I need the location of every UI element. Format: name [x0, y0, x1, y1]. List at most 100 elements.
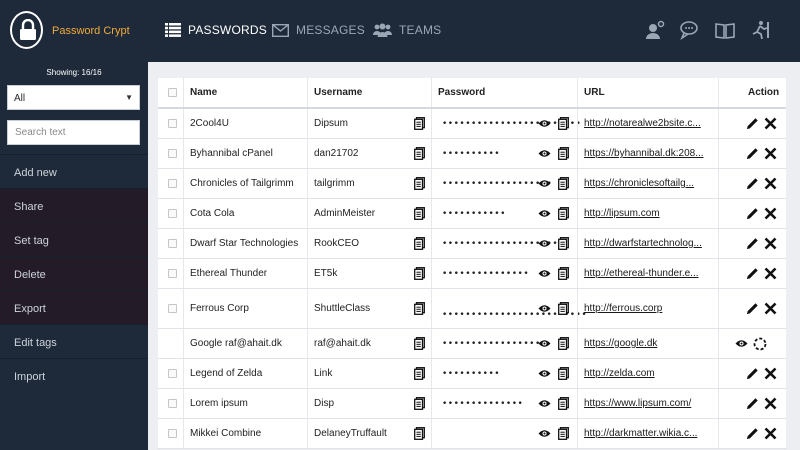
edit-pencil-icon[interactable] [746, 419, 759, 448]
copy-username-icon[interactable] [414, 329, 425, 358]
delete-x-icon[interactable] [764, 419, 777, 448]
header-url[interactable]: URL [584, 78, 605, 107]
copy-password-icon[interactable] [558, 199, 569, 228]
table-row[interactable]: Dwarf Star Technologies RookCEO ••••••••••… [158, 229, 786, 259]
table-row[interactable]: Mikkei Combine DelaneyTruffault http://dar… [158, 419, 786, 449]
delete-x-icon[interactable] [764, 389, 777, 418]
delete-x-icon[interactable] [764, 289, 777, 328]
edit-pencil-icon[interactable] [746, 289, 759, 328]
copy-password-icon[interactable] [558, 139, 569, 168]
show-password-icon[interactable] [538, 359, 551, 388]
row-checkbox[interactable] [168, 239, 177, 248]
delete-x-icon[interactable] [764, 229, 777, 258]
copy-password-icon[interactable] [558, 329, 569, 358]
show-password-icon[interactable] [538, 139, 551, 168]
sidebar-item-edit-tags[interactable]: Edit tags [0, 324, 148, 358]
sidebar-item-export[interactable]: Export [0, 290, 148, 324]
copy-username-icon[interactable] [414, 359, 425, 388]
copy-username-icon[interactable] [414, 169, 425, 198]
copy-username-icon[interactable] [414, 389, 425, 418]
row-url-link[interactable]: http://lipsum.com [584, 199, 660, 228]
nav-passwords[interactable]: PASSWORDS [165, 23, 267, 37]
row-url-link[interactable]: http://darkmatter.wikia.c... [584, 419, 697, 448]
show-password-icon[interactable] [538, 289, 551, 328]
copy-username-icon[interactable] [414, 199, 425, 228]
header-name[interactable]: Name [190, 78, 217, 107]
show-icon[interactable] [735, 329, 748, 358]
copy-username-icon[interactable] [414, 289, 425, 328]
row-url-link[interactable]: http://ethereal-thunder.e... [584, 259, 699, 288]
edit-pencil-icon[interactable] [746, 109, 759, 138]
copy-password-icon[interactable] [558, 389, 569, 418]
book-icon[interactable] [714, 20, 736, 40]
show-password-icon[interactable] [538, 259, 551, 288]
row-checkbox[interactable] [168, 304, 177, 313]
header-username[interactable]: Username [314, 78, 362, 107]
copy-password-icon[interactable] [558, 289, 569, 328]
sidebar-item-add-new[interactable]: Add new [0, 154, 148, 188]
row-checkbox[interactable] [168, 149, 177, 158]
edit-pencil-icon[interactable] [746, 259, 759, 288]
table-row[interactable]: Google raf@ahait.dk raf@ahait.dk •••••••••… [158, 329, 786, 359]
edit-pencil-icon[interactable] [746, 169, 759, 198]
row-url-link[interactable]: https://chroniclesoftailg... [584, 169, 694, 198]
copy-password-icon[interactable] [558, 229, 569, 258]
logout-icon[interactable] [749, 20, 771, 40]
row-checkbox[interactable] [168, 429, 177, 438]
copy-username-icon[interactable] [414, 419, 425, 448]
table-row[interactable]: Ethereal Thunder ET5k ••••••••••••••• http:… [158, 259, 786, 289]
copy-username-icon[interactable] [414, 229, 425, 258]
edit-pencil-icon[interactable] [746, 359, 759, 388]
row-url-link[interactable]: http://dwarfstartechnolog... [584, 229, 702, 258]
table-row[interactable]: Byhannibal cPanel dan21702 •••••••••• https… [158, 139, 786, 169]
row-checkbox[interactable] [168, 269, 177, 278]
chat-icon[interactable] [679, 20, 701, 40]
row-url-link[interactable]: http://zelda.com [584, 359, 655, 388]
edit-pencil-icon[interactable] [746, 139, 759, 168]
show-password-icon[interactable] [538, 109, 551, 138]
table-row[interactable]: Cota Cola AdminMeister ••••••••••• http://l… [158, 199, 786, 229]
edit-pencil-icon[interactable] [746, 199, 759, 228]
row-checkbox[interactable] [168, 399, 177, 408]
nav-teams[interactable]: TEAMS [373, 23, 441, 37]
row-url-link[interactable]: http://ferrous.corp [584, 289, 662, 328]
show-password-icon[interactable] [538, 199, 551, 228]
row-checkbox[interactable] [168, 369, 177, 378]
copy-username-icon[interactable] [414, 109, 425, 138]
show-password-icon[interactable] [538, 389, 551, 418]
row-checkbox[interactable] [168, 119, 177, 128]
row-url-link[interactable]: https://google.dk [584, 329, 657, 358]
delete-x-icon[interactable] [764, 259, 777, 288]
copy-password-icon[interactable] [558, 109, 569, 138]
row-checkbox[interactable] [168, 209, 177, 218]
copy-username-icon[interactable] [414, 139, 425, 168]
table-row[interactable]: Chronicles of Tailgrimm tailgrimm ••••••••… [158, 169, 786, 199]
search-input[interactable]: Search text [7, 120, 140, 145]
table-row[interactable]: 2Cool4U Dipsum •••••••••••••••••••••••• htt… [158, 109, 786, 139]
sidebar-item-share[interactable]: Share [0, 188, 148, 222]
row-checkbox[interactable] [168, 179, 177, 188]
delete-x-icon[interactable] [764, 359, 777, 388]
show-password-icon[interactable] [538, 229, 551, 258]
copy-password-icon[interactable] [558, 169, 569, 198]
show-password-icon[interactable] [538, 329, 551, 358]
copy-username-icon[interactable] [414, 259, 425, 288]
copy-password-icon[interactable] [558, 359, 569, 388]
table-row[interactable]: Legend of Zelda Link •••••••••• http://zeld… [158, 359, 786, 389]
delete-x-icon[interactable] [764, 199, 777, 228]
delete-x-icon[interactable] [764, 139, 777, 168]
row-url-link[interactable]: https://www.lipsum.com/ [584, 389, 691, 418]
delete-x-icon[interactable] [764, 169, 777, 198]
delete-x-icon[interactable] [764, 109, 777, 138]
header-password[interactable]: Password [438, 78, 485, 107]
copy-password-icon[interactable] [558, 259, 569, 288]
filter-select[interactable]: All ▼ [7, 85, 140, 110]
table-row[interactable]: Lorem ipsum Disp •••••••••••••• https://www… [158, 389, 786, 419]
copy-password-icon[interactable] [558, 419, 569, 448]
sidebar-item-set-tag[interactable]: Set tag [0, 222, 148, 256]
select-all-checkbox[interactable] [168, 88, 177, 97]
user-settings-icon[interactable] [645, 20, 667, 40]
sidebar-item-import[interactable]: Import [0, 358, 148, 392]
row-url-link[interactable]: http://notarealwe2bsite.c... [584, 109, 701, 138]
show-password-icon[interactable] [538, 169, 551, 198]
